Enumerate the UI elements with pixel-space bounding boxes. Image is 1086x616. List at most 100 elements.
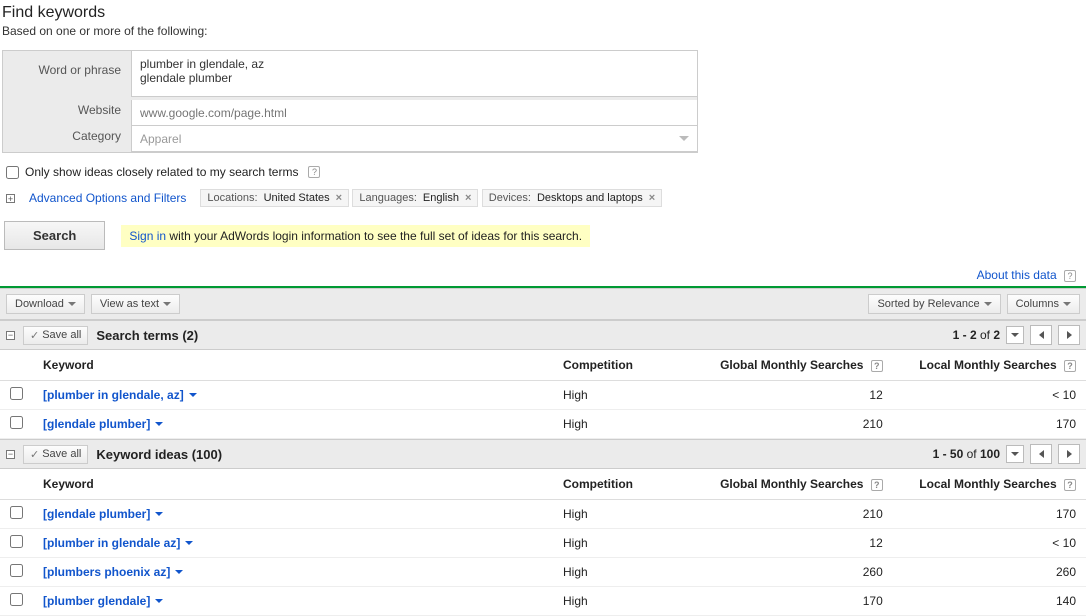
download-button[interactable]: Download <box>6 294 85 314</box>
section-title: Keyword ideas (100) <box>96 447 222 462</box>
global-searches-value: 12 <box>693 381 893 410</box>
col-global[interactable]: Global Monthly Searches ? <box>693 350 893 381</box>
help-icon[interactable]: ? <box>871 360 883 372</box>
chevron-down-icon <box>175 570 183 574</box>
help-icon[interactable]: ? <box>871 479 883 491</box>
keyword-link[interactable]: [plumbers phoenix az] <box>43 565 183 579</box>
pager-range: 1 - 50 of 100 <box>933 447 1000 461</box>
row-checkbox[interactable] <box>10 506 23 519</box>
col-keyword[interactable]: Keyword <box>33 469 553 500</box>
search-form: Word or phrase Website Category plumber … <box>2 50 698 153</box>
filter-chip: Locations: United States × <box>200 189 349 207</box>
row-checkbox[interactable] <box>10 387 23 400</box>
local-searches-value: 170 <box>893 500 1086 529</box>
chevron-down-icon <box>155 512 163 516</box>
check-icon: ✓ <box>30 329 39 342</box>
competition-value: High <box>553 381 693 410</box>
close-icon[interactable]: × <box>465 192 471 204</box>
save-all-button[interactable]: ✓ Save all <box>23 326 88 345</box>
check-icon: ✓ <box>30 448 39 461</box>
next-page-button[interactable] <box>1058 444 1080 464</box>
search-button[interactable]: Search <box>4 221 105 250</box>
keyword-link[interactable]: [glendale plumber] <box>43 507 163 521</box>
prev-page-button[interactable] <box>1030 325 1052 345</box>
keyword-link[interactable]: [glendale plumber] <box>43 417 163 431</box>
local-searches-value: 170 <box>893 410 1086 439</box>
col-competition[interactable]: Competition <box>553 469 693 500</box>
keyword-link[interactable]: [plumber in glendale az] <box>43 536 193 550</box>
signin-rest: with your AdWords login information to s… <box>166 229 582 243</box>
chevron-right-icon <box>1067 450 1072 458</box>
col-local[interactable]: Local Monthly Searches ? <box>893 469 1086 500</box>
competition-value: High <box>553 558 693 587</box>
only-show-checkbox[interactable] <box>6 166 19 179</box>
competition-value: High <box>553 587 693 616</box>
page-size-dropdown[interactable] <box>1006 326 1024 344</box>
chevron-down-icon <box>155 599 163 603</box>
global-searches-value: 210 <box>693 500 893 529</box>
advanced-options-link[interactable]: Advanced Options and Filters <box>29 191 186 205</box>
signin-hint: Sign in with your AdWords login informat… <box>121 225 590 247</box>
next-page-button[interactable] <box>1058 325 1080 345</box>
only-show-label: Only show ideas closely related to my se… <box>25 165 298 179</box>
global-searches-value: 260 <box>693 558 893 587</box>
row-checkbox[interactable] <box>10 593 23 606</box>
chevron-down-icon <box>1063 302 1071 306</box>
prev-page-button[interactable] <box>1030 444 1052 464</box>
local-searches-value: < 10 <box>893 529 1086 558</box>
about-data-link[interactable]: About this data <box>977 268 1057 282</box>
table-row: [glendale plumber] High 210 170 <box>0 410 1086 439</box>
chevron-down-icon <box>163 302 171 306</box>
section-title: Search terms (2) <box>96 328 198 343</box>
filter-chip: Devices: Desktops and laptops × <box>482 189 662 207</box>
columns-button[interactable]: Columns <box>1007 294 1080 314</box>
chevron-down-icon <box>679 136 689 141</box>
signin-link[interactable]: Sign in <box>129 229 166 243</box>
chevron-down-icon <box>1011 452 1019 456</box>
collapse-icon[interactable]: − <box>6 331 15 340</box>
competition-value: High <box>553 529 693 558</box>
help-icon[interactable]: ? <box>1064 479 1076 491</box>
competition-value: High <box>553 500 693 529</box>
website-input[interactable] <box>131 100 697 126</box>
col-local[interactable]: Local Monthly Searches ? <box>893 350 1086 381</box>
save-all-button[interactable]: ✓ Save all <box>23 445 88 464</box>
label-website: Website <box>3 97 121 123</box>
sort-button[interactable]: Sorted by Relevance <box>868 294 1000 314</box>
category-select[interactable]: Apparel <box>131 126 697 152</box>
global-searches-value: 210 <box>693 410 893 439</box>
pager-range: 1 - 2 of 2 <box>953 328 1000 342</box>
local-searches-value: 140 <box>893 587 1086 616</box>
col-global[interactable]: Global Monthly Searches ? <box>693 469 893 500</box>
table-row: [plumber in glendale, az] High 12 < 10 <box>0 381 1086 410</box>
chevron-down-icon <box>155 422 163 426</box>
chevron-down-icon <box>984 302 992 306</box>
global-searches-value: 170 <box>693 587 893 616</box>
col-keyword[interactable]: Keyword <box>33 350 553 381</box>
help-icon[interactable]: ? <box>308 166 320 178</box>
keyword-link[interactable]: [plumber glendale] <box>43 594 163 608</box>
local-searches-value: 260 <box>893 558 1086 587</box>
chevron-down-icon <box>1011 333 1019 337</box>
table-row: [plumber in glendale az] High 12 < 10 <box>0 529 1086 558</box>
row-checkbox[interactable] <box>10 416 23 429</box>
row-checkbox[interactable] <box>10 564 23 577</box>
keyword-link[interactable]: [plumber in glendale, az] <box>43 388 197 402</box>
col-competition[interactable]: Competition <box>553 350 693 381</box>
view-as-text-button[interactable]: View as text <box>91 294 180 314</box>
chevron-left-icon <box>1039 331 1044 339</box>
table-row: [plumber glendale] High 170 140 <box>0 587 1086 616</box>
word-phrase-input[interactable]: plumber in glendale, az glendale plumber <box>131 51 697 97</box>
collapse-icon[interactable]: − <box>6 450 15 459</box>
close-icon[interactable]: × <box>649 192 655 204</box>
global-searches-value: 12 <box>693 529 893 558</box>
page-size-dropdown[interactable] <box>1006 445 1024 463</box>
row-checkbox[interactable] <box>10 535 23 548</box>
label-category: Category <box>3 123 121 149</box>
page-title: Find keywords <box>2 4 1084 22</box>
help-icon[interactable]: ? <box>1064 270 1076 282</box>
plus-icon[interactable]: + <box>6 194 15 203</box>
filter-chip: Languages: English × <box>352 189 478 207</box>
close-icon[interactable]: × <box>336 192 342 204</box>
help-icon[interactable]: ? <box>1064 360 1076 372</box>
